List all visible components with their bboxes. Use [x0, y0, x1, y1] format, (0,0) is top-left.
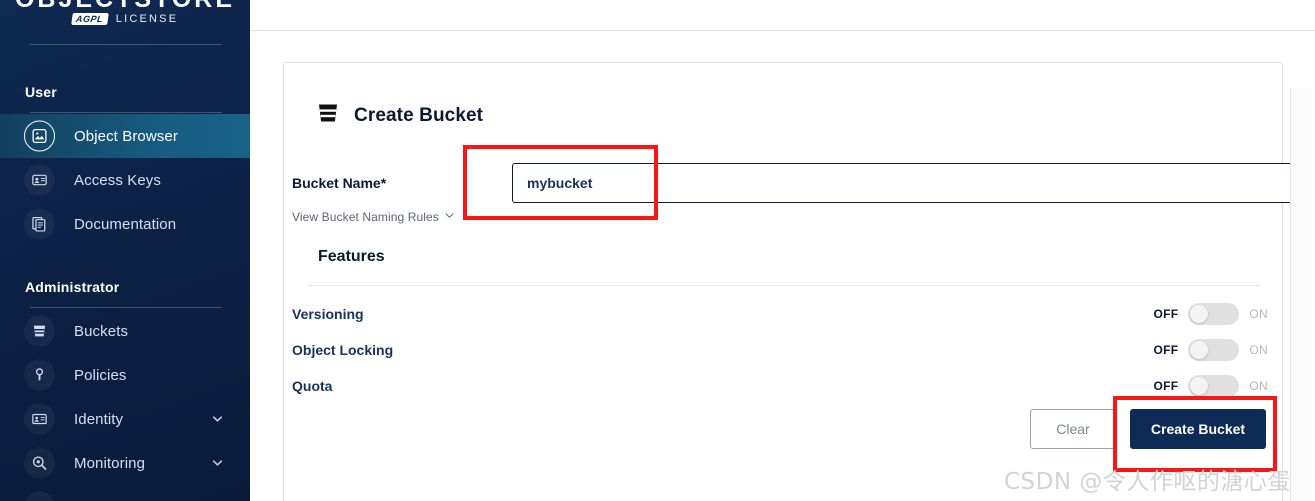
app-root: OBJECTSTORE AGPL LICENSE User Object Bro…	[0, 0, 1315, 501]
card-title-row: Create Bucket	[316, 101, 483, 130]
chevron-down-icon[interactable]	[211, 457, 224, 470]
toggle-on-label: ON	[1249, 343, 1268, 357]
sidebar-item-object-browser[interactable]: Object Browser	[0, 114, 250, 158]
versioning-toggle-group: OFF ON	[1153, 303, 1268, 325]
card-actions: Clear Create Bucket	[1030, 409, 1266, 449]
bucket-icon	[24, 315, 55, 347]
feature-label: Object Locking	[292, 342, 394, 358]
features-divider	[308, 285, 1260, 286]
sidebar-divider-top	[30, 44, 222, 45]
sidebar-item-monitoring[interactable]: Monitoring	[0, 441, 250, 485]
agpl-badge: AGPL	[70, 13, 109, 25]
sidebar: OBJECTSTORE AGPL LICENSE User Object Bro…	[0, 0, 250, 501]
clear-button[interactable]: Clear	[1030, 409, 1116, 449]
sidebar-item-label: Object Browser	[74, 127, 178, 145]
view-bucket-naming-rules-link[interactable]: View Bucket Naming Rules	[292, 210, 455, 224]
feature-label: Quota	[292, 378, 333, 394]
toggle-off-label: OFF	[1153, 307, 1179, 321]
main-content: Create Bucket Bucket Name* View Bucket N…	[250, 0, 1315, 501]
sidebar-item-label: Documentation	[74, 215, 177, 233]
features-heading: Features	[318, 248, 385, 265]
policies-icon	[24, 359, 55, 391]
feature-row-versioning: Versioning OFF ON	[284, 296, 1284, 332]
bucket-name-input[interactable]	[512, 163, 1298, 203]
bucket-icon	[316, 101, 340, 130]
bucket-name-label: Bucket Name*	[292, 175, 387, 191]
naming-rules-label: View Bucket Naming Rules	[292, 210, 439, 224]
object-browser-icon	[24, 120, 55, 152]
create-bucket-card: Create Bucket Bucket Name* View Bucket N…	[283, 62, 1298, 501]
sidebar-item-buckets[interactable]: Buckets	[0, 309, 250, 353]
quota-toggle-group: OFF ON	[1153, 375, 1268, 397]
sidebar-divider-admin	[30, 307, 222, 308]
sidebar-item-label: Buckets	[74, 322, 129, 340]
create-bucket-button[interactable]: Create Bucket	[1130, 409, 1266, 449]
feature-row-object-locking: Object Locking OFF ON	[284, 332, 1284, 368]
access-keys-icon	[24, 164, 55, 196]
sidebar-logo[interactable]: OBJECTSTORE AGPL LICENSE	[0, 0, 250, 34]
partial-icon	[24, 491, 55, 501]
page-title: Create Bucket	[354, 104, 484, 126]
object-locking-toggle-group: OFF ON	[1153, 339, 1268, 361]
sidebar-item-partial[interactable]	[0, 485, 250, 501]
quota-toggle[interactable]	[1188, 375, 1240, 397]
sidebar-item-label: Access Keys	[74, 171, 161, 189]
feature-row-quota: Quota OFF ON	[284, 368, 1284, 404]
toggle-knob	[1190, 305, 1209, 323]
watermark: CSDN @令人作呕的溏心蛋	[1004, 469, 1291, 495]
chevron-down-icon	[444, 210, 455, 224]
toggle-on-label: ON	[1249, 307, 1268, 321]
sidebar-item-label: Identity	[74, 410, 124, 428]
object-locking-toggle[interactable]	[1188, 339, 1240, 361]
identity-icon	[24, 403, 55, 435]
sidebar-item-access-keys[interactable]: Access Keys	[0, 158, 250, 202]
vertical-scrollbar[interactable]	[1290, 88, 1312, 501]
sidebar-item-identity[interactable]: Identity	[0, 397, 250, 441]
sidebar-section-user: User	[25, 84, 57, 100]
sidebar-item-policies[interactable]: Policies	[0, 353, 250, 397]
feature-label: Versioning	[292, 306, 364, 322]
versioning-toggle[interactable]	[1188, 303, 1240, 325]
toggle-on-label: ON	[1249, 379, 1268, 393]
toggle-off-label: OFF	[1153, 379, 1179, 393]
license-label: LICENSE	[115, 13, 179, 25]
sidebar-item-documentation[interactable]: Documentation	[0, 202, 250, 246]
documentation-icon	[24, 208, 55, 240]
sidebar-divider-user	[30, 112, 222, 113]
topbar	[250, 0, 1315, 31]
monitoring-icon	[24, 447, 55, 479]
chevron-down-icon[interactable]	[211, 413, 224, 426]
sidebar-item-label: Monitoring	[74, 454, 146, 472]
toggle-knob	[1190, 377, 1209, 395]
logo-wordmark: OBJECTSTORE	[15, 0, 235, 12]
logo-subrow: AGPL LICENSE	[70, 13, 179, 25]
toggle-off-label: OFF	[1153, 343, 1179, 357]
toggle-knob	[1190, 341, 1209, 359]
sidebar-item-label: Policies	[74, 366, 127, 384]
sidebar-section-administrator: Administrator	[25, 279, 120, 295]
